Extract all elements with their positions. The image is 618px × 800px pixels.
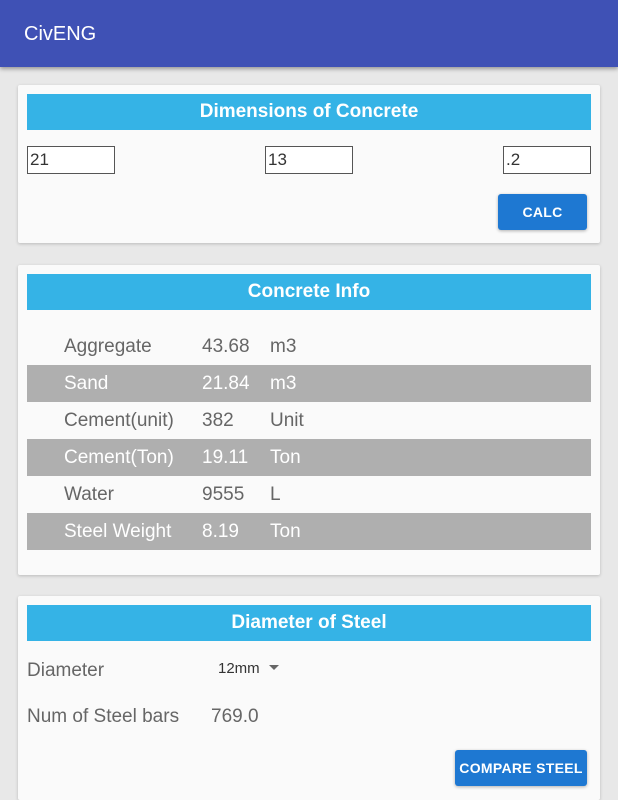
info-row-aggregate: Aggregate 43.68 m3 <box>27 328 591 365</box>
info-value: 8.19 <box>202 521 239 542</box>
info-label: Water <box>64 484 114 505</box>
info-label: Aggregate <box>64 336 152 357</box>
app-title: CivENG <box>24 23 97 45</box>
info-row-steel-weight: Steel Weight 8.19 Ton <box>27 513 591 550</box>
diameter-dropdown[interactable]: 12mm <box>218 660 279 677</box>
concrete-info-table: Aggregate 43.68 m3 Sand 21.84 m3 Cement(… <box>27 328 591 550</box>
dimension-input-2[interactable] <box>265 146 353 174</box>
info-label: Sand <box>64 373 109 394</box>
num-bars-value: 769.0 <box>211 706 259 727</box>
dropdown-arrow-icon <box>268 664 279 670</box>
info-unit: Unit <box>270 410 304 431</box>
diameter-label: Diameter <box>27 660 105 681</box>
info-label: Cement(unit) <box>64 410 174 431</box>
info-unit: m3 <box>270 336 297 357</box>
compare-steel-button[interactable]: COMPARE STEEL <box>455 750 587 786</box>
info-value: 19.11 <box>202 447 249 468</box>
num-bars-label: Num of Steel bars <box>27 706 180 727</box>
concrete-info-card: Concrete Info Aggregate 43.68 m3 Sand 21… <box>18 265 600 575</box>
info-unit: Ton <box>270 521 301 542</box>
info-row-cement-unit: Cement(unit) 382 Unit <box>27 402 591 439</box>
steel-header: Diameter of Steel <box>27 605 591 641</box>
info-row-sand: Sand 21.84 m3 <box>27 365 591 402</box>
steel-card: Diameter of Steel Diameter 12mm Num of S… <box>18 596 600 800</box>
info-value: 9555 <box>202 484 245 505</box>
app-bar: CivENG <box>0 0 618 67</box>
info-value: 21.84 <box>202 373 250 394</box>
info-row-cement-ton: Cement(Ton) 19.11 Ton <box>27 439 591 476</box>
info-label: Cement(Ton) <box>64 447 174 468</box>
concrete-info-header: Concrete Info <box>27 274 591 310</box>
calc-button[interactable]: CALC <box>498 194 587 230</box>
info-row-water: Water 9555 L <box>27 476 591 513</box>
info-value: 43.68 <box>202 336 250 357</box>
info-unit: Ton <box>270 447 301 468</box>
info-value: 382 <box>202 410 234 431</box>
dimensions-header: Dimensions of Concrete <box>27 94 591 130</box>
dimension-input-3[interactable] <box>503 146 591 174</box>
dimensions-card: Dimensions of Concrete CALC <box>18 85 600 243</box>
info-unit: m3 <box>270 373 297 394</box>
info-label: Steel Weight <box>64 521 172 542</box>
dimension-input-1[interactable] <box>27 146 115 174</box>
diameter-selected-value: 12mm <box>218 660 260 677</box>
info-unit: L <box>270 484 281 505</box>
